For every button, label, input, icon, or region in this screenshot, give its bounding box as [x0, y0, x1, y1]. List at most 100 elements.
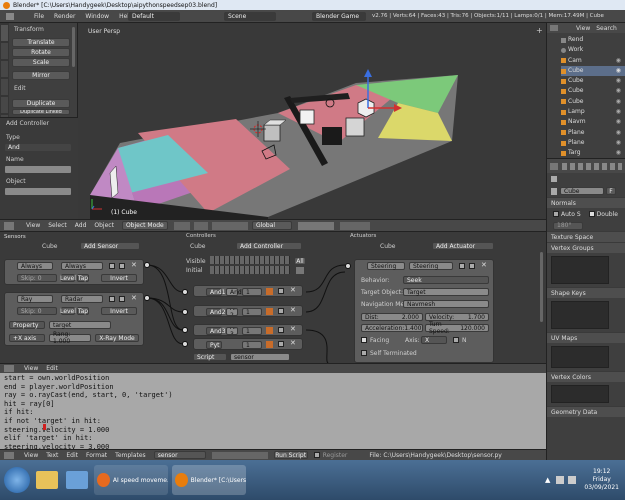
translate-button[interactable]: Translate	[12, 38, 70, 47]
controller2-type[interactable]: And2	[206, 308, 226, 316]
eye-icon[interactable]: ◉	[616, 117, 621, 127]
sensor1-name[interactable]: Always	[61, 262, 103, 270]
duplicate-linked-button[interactable]: Duplicate Linked	[12, 109, 70, 115]
eye-icon[interactable]: ◉	[616, 76, 621, 86]
actuators-title[interactable]: Actuators	[350, 233, 376, 239]
run-script-button[interactable]: Run Script	[273, 451, 308, 459]
info-editor-icon[interactable]	[6, 12, 14, 20]
eye-icon[interactable]: ◉	[616, 56, 621, 66]
acceleration-field[interactable]: Acceleration: 1.400	[361, 324, 423, 332]
network-icon[interactable]	[556, 476, 565, 484]
sensor1-close-icon[interactable]: ✕	[131, 261, 137, 269]
properties-tabs-icons[interactable]	[562, 162, 622, 170]
eye-icon[interactable]: ◉	[616, 138, 621, 148]
script-mode[interactable]: Script	[193, 353, 227, 361]
sensor1-invert[interactable]: Invert	[101, 274, 137, 282]
controller3-type[interactable]: And3	[206, 327, 226, 335]
eye-icon[interactable]: ◉	[616, 66, 621, 76]
outliner-type-icon[interactable]	[550, 25, 558, 31]
scale-button[interactable]: Scale	[12, 58, 70, 67]
duplicate-button[interactable]: Duplicate	[12, 99, 70, 108]
manipulator-icon[interactable]	[211, 221, 248, 230]
tab-anim[interactable]	[1, 79, 8, 95]
uv-maps-panel-header[interactable]: UV Maps	[547, 332, 625, 343]
controller4-check-icon[interactable]	[278, 341, 284, 347]
tab-tools[interactable]	[1, 25, 8, 41]
controller1-check-icon[interactable]	[278, 288, 284, 294]
texture-space-panel-header[interactable]: Texture Space	[547, 231, 625, 242]
toolshelf-scrollbar[interactable]	[72, 27, 75, 67]
state-info-icon[interactable]	[296, 267, 304, 274]
ray-property-value[interactable]: target	[49, 321, 111, 329]
fake-user-button[interactable]: F	[606, 187, 616, 195]
outliner-item[interactable]: Work	[561, 45, 625, 55]
outliner-item[interactable]: Cube ◉	[561, 97, 625, 107]
text-editor[interactable]: start = own.worldPosition end = player.w…	[0, 373, 546, 451]
controller1-name[interactable]: And	[226, 288, 242, 296]
type-dropdown[interactable]: And	[4, 143, 72, 152]
mirror-button[interactable]: Mirror	[12, 71, 70, 80]
controllers-title[interactable]: Controllers	[186, 233, 216, 239]
text-file-selector[interactable]: sensor	[153, 451, 206, 459]
outliner-item[interactable]: Navm ◉	[561, 117, 625, 127]
eye-icon[interactable]: ◉	[616, 97, 621, 107]
ray-range[interactable]: Rang: 1.000	[49, 331, 91, 345]
sensor1-skip[interactable]: Skip: 0	[17, 274, 57, 282]
controller3-state-icon[interactable]	[266, 327, 273, 334]
auto-smooth-checkbox[interactable]	[553, 211, 559, 217]
sensor2-type[interactable]: Ray	[17, 295, 53, 303]
text-topbar-edit[interactable]: Edit	[46, 365, 58, 372]
behavior-dropdown[interactable]: Seek	[403, 276, 489, 284]
actuator-close-icon[interactable]: ✕	[481, 261, 487, 269]
actuator-check-icon[interactable]	[469, 263, 475, 269]
taskbar-item-firefox[interactable]: AI speed moveme...	[94, 465, 168, 495]
outliner-item[interactable]: Lamp ◉	[561, 107, 625, 117]
text-menu-edit[interactable]: Edit	[66, 452, 78, 459]
media-taskbar-icon[interactable]	[66, 471, 88, 489]
3d-viewport[interactable]: User Persp (1) Cube +	[78, 23, 546, 219]
name-field[interactable]	[4, 165, 72, 174]
start-button[interactable]	[4, 467, 30, 493]
text-menu-view[interactable]: View	[24, 452, 38, 459]
sensor2-skip[interactable]: Skip: 0	[17, 307, 57, 315]
axis-dropdown[interactable]: X	[421, 336, 447, 344]
actuator-type[interactable]: Steering	[367, 262, 405, 270]
sensor2-name[interactable]: Radar	[61, 295, 103, 303]
register-checkbox[interactable]	[313, 452, 320, 458]
logic-scrollbar[interactable]	[540, 252, 543, 322]
uv-maps-list[interactable]	[551, 346, 609, 368]
controller2-state-icon[interactable]	[266, 308, 273, 315]
vertex-colors-list[interactable]	[551, 385, 609, 403]
shape-keys-list[interactable]	[551, 301, 609, 329]
sensor1-check-icon[interactable]	[119, 263, 125, 269]
controller4-type[interactable]: Pyt	[206, 341, 222, 349]
all-states-button[interactable]: All	[294, 257, 306, 265]
editor-type-icon[interactable]	[4, 221, 14, 230]
pivot-icon[interactable]	[193, 221, 208, 230]
n-checkbox[interactable]	[453, 337, 459, 343]
eye-icon[interactable]: ◉	[616, 128, 621, 138]
geometry-data-panel-header[interactable]: Geometry Data	[547, 406, 625, 417]
viewport-menu-object[interactable]: Object	[94, 222, 114, 229]
target-field[interactable]: Target	[403, 288, 489, 296]
menu-file[interactable]: File	[34, 13, 44, 20]
sensor1-type[interactable]: Always	[17, 262, 53, 270]
tab-physics[interactable]	[1, 97, 8, 113]
ray-property-type[interactable]: Property	[9, 321, 45, 329]
outliner-search[interactable]: Search	[596, 25, 617, 32]
controller1-type[interactable]: And1	[206, 288, 226, 296]
menu-window[interactable]: Window	[85, 13, 109, 20]
sensors-title[interactable]: Sensors	[4, 234, 26, 240]
tab-relations[interactable]	[1, 61, 8, 77]
outliner-item[interactable]: Cube ◉	[561, 65, 625, 77]
facing-checkbox[interactable]	[361, 337, 367, 343]
text-editor-type-icon[interactable]	[4, 365, 14, 372]
engine-selector[interactable]: Blender Game	[312, 12, 366, 21]
add-actuator-dropdown[interactable]: Add Actuator	[432, 242, 494, 250]
eye-icon[interactable]: ◉	[616, 86, 621, 96]
text-menu-format[interactable]: Format	[86, 452, 107, 459]
taskbar-item-blender[interactable]: Blender* [C:\Users...	[172, 465, 246, 495]
vertex-groups-panel-header[interactable]: Vertex Groups	[547, 242, 625, 253]
menu-render[interactable]: Render	[54, 13, 75, 20]
properties-type-icon[interactable]	[550, 162, 558, 170]
